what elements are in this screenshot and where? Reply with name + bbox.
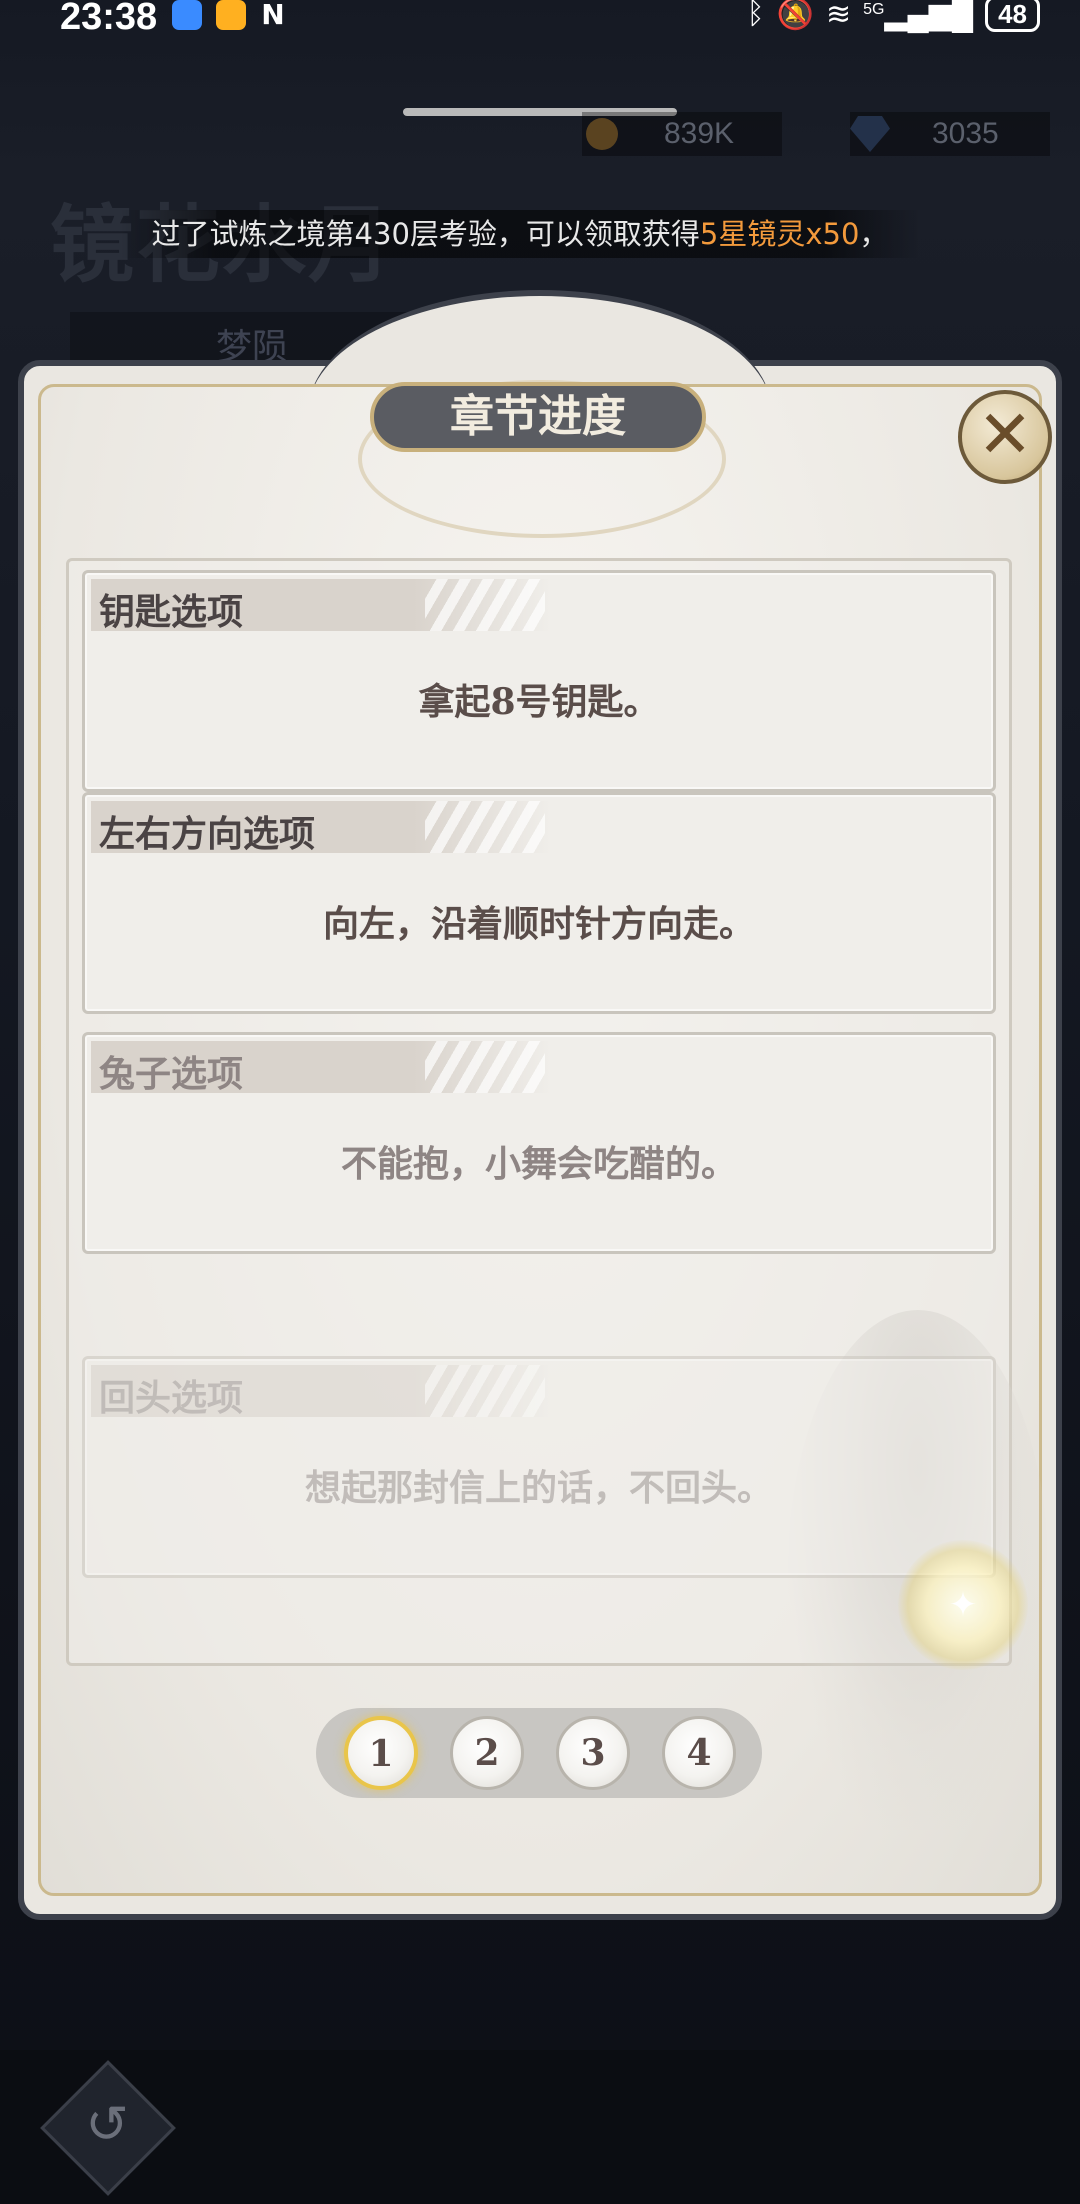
page-button-3[interactable]: 3 [556,1716,630,1790]
dialog-title: 章节进度 [370,382,706,452]
notice-suffix: ， [859,217,889,251]
option-card-direction: 左右方向选项 向左，沿着顺时针方向走。 [82,792,996,1014]
option-card-turn-back: 回头选项 想起那封信上的话，不回头。 [82,1356,996,1578]
notice-text: 过了试炼之境第430层考验，可以领取获得 [151,217,700,251]
card-title: 回头选项 [99,1377,244,1419]
status-bar: 23:38 N ᛒ 🔕 ≋ 5G▂▄▆█ 48 [0,0,1080,40]
card-body: 拿起8号钥匙。 [418,681,660,723]
card-stripes [425,801,545,853]
back-arrow-icon: ↺ [85,2095,129,2155]
network-label: 5G [863,0,885,18]
page-button-4[interactable]: 4 [662,1716,736,1790]
card-stripes [425,1365,545,1417]
status-right: ᛒ 🔕 ≋ 5G▂▄▆█ 48 [747,0,1040,32]
card-title: 兔子选项 [99,1053,244,1095]
card-body: 不能抱，小舞会吃醋的。 [340,1143,737,1185]
card-title: 钥匙选项 [99,591,244,633]
gold-counter: 839K [582,112,782,156]
card-stripes [425,1041,545,1093]
signal-icon: 5G▂▄▆█ [863,0,974,31]
card-stripes [425,579,545,631]
chapter-progress-dialog: 章节进度 ✕ 钥匙选项 拿起8号钥匙。 左右方向选项 向左，沿着顺时针方向走。 … [18,290,1062,1920]
page-button-2[interactable]: 2 [450,1716,524,1790]
bluetooth-icon: ᛒ [746,0,765,30]
gold-coin-icon [586,118,618,150]
card-body: 想起那封信上的话，不回头。 [304,1467,773,1509]
wifi-icon: ≋ [825,0,852,31]
game-app-icon [216,0,246,30]
status-time: 23:38 [60,0,158,38]
page-button-1[interactable]: 1 [344,1716,418,1790]
close-button[interactable]: ✕ [958,390,1052,484]
gem-counter: 3035 [850,112,1050,156]
sparkle-orb-icon[interactable]: ✦ [898,1540,1028,1670]
notice-banner: 过了试炼之境第430层考验，可以领取获得5星镜灵x50， [120,210,920,258]
nfc-icon: N [261,0,285,31]
mute-icon: 🔕 [776,0,814,31]
chat-app-icon [172,0,202,30]
option-card-key: 钥匙选项 拿起8号钥匙。 [82,570,996,792]
gem-value: 3035 [932,117,999,150]
card-body: 向左，沿着顺时针方向走。 [322,903,755,945]
diamond-icon [850,116,890,152]
card-title: 左右方向选项 [99,813,316,855]
screen: 23:38 N ᛒ 🔕 ≋ 5G▂▄▆█ 48 839K 3035 镜花水月 梦… [0,0,1080,2204]
gold-value: 839K [664,117,735,150]
notice-highlight: 5星镜灵x50 [699,217,860,251]
battery-indicator: 48 [985,0,1040,32]
page-indicator: 1 2 3 4 [316,1708,762,1798]
option-card-rabbit: 兔子选项 不能抱，小舞会吃醋的。 [82,1032,996,1254]
